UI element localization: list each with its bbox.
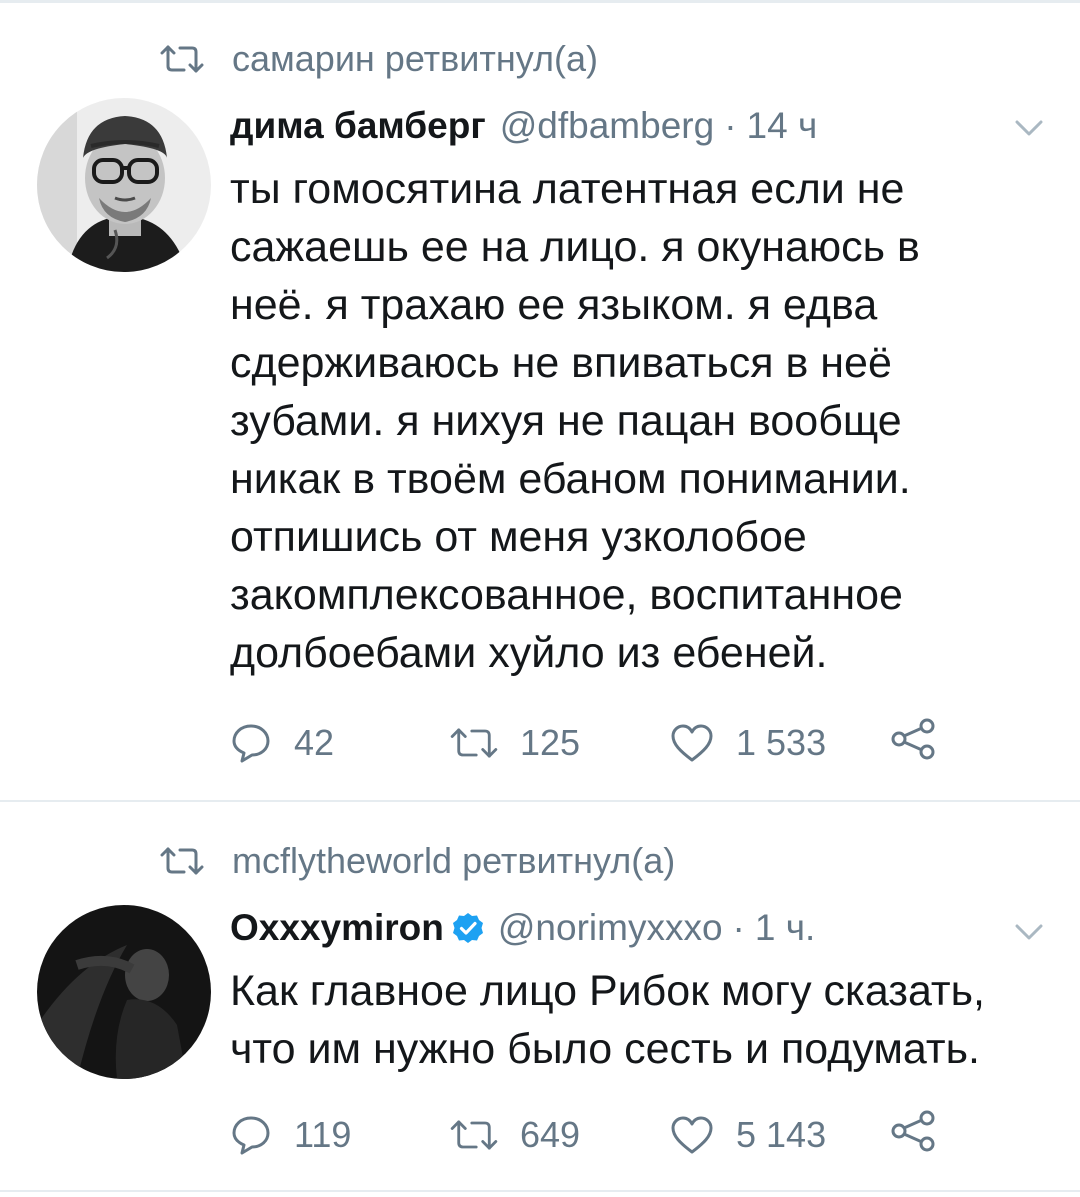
retweeted-by-label: mcflytheworld ретвитнул(а) (232, 840, 676, 881)
tweet-text-line: что им нужно было сесть и подумать. (230, 1025, 980, 1073)
reply-button[interactable]: 119 (230, 1110, 351, 1160)
tweet[interactable]: mcflytheworld ретвитнул(а) Oxxxymiron @n… (0, 802, 1080, 1197)
like-button[interactable]: 1 533 (670, 718, 826, 768)
separator-dot: · (724, 105, 737, 146)
retweet-context: mcflytheworld ретвитнул(а) (160, 840, 675, 882)
tweet-text-line: долбоебами хуйло из ебеней. (230, 629, 828, 677)
tweet-text-line: сажаешь ее на лицо. я окунаюсь в (230, 223, 920, 271)
tweet-text-line: зубами. я нихуя не пацан вообще (230, 397, 902, 445)
tweet-text-line: закомплексованное, воспитанное (230, 571, 903, 619)
tweet-actions: 42 125 1 533 (230, 718, 990, 768)
reply-count: 119 (294, 1114, 352, 1155)
tweet-text: Как главное лицо Рибок могу сказать, что… (230, 962, 1040, 1078)
retweet-count: 125 (520, 722, 581, 763)
retweet-icon (160, 847, 204, 875)
retweet-icon (160, 45, 204, 73)
reply-button[interactable]: 42 (230, 718, 334, 768)
reply-icon (232, 724, 270, 763)
chevron-down-icon[interactable] (1014, 118, 1044, 138)
timestamp[interactable]: 1 ч. (755, 907, 815, 949)
tweet-text: ты гомосятина латентная если не сажаешь … (230, 160, 1040, 682)
share-button[interactable] (890, 718, 958, 760)
share-icon (891, 1110, 935, 1152)
tweet[interactable]: самарин ретвитнул(а) дима бамберг @dfbam… (0, 0, 1080, 800)
retweeted-by-label: самарин ретвитнул(а) (232, 38, 598, 79)
reply-icon (232, 1116, 270, 1155)
avatar[interactable] (37, 98, 211, 272)
retweet-button[interactable]: 649 (450, 1110, 580, 1160)
heart-icon (671, 1116, 713, 1154)
tweet-text-line: Как главное лицо Рибок могу сказать, (230, 967, 985, 1015)
retweet-icon (450, 728, 498, 758)
reply-count: 42 (294, 722, 335, 763)
retweet-count: 649 (520, 1114, 581, 1155)
author-name[interactable]: Oxxxymiron (230, 907, 444, 949)
avatar[interactable] (37, 905, 211, 1079)
retweet-icon (450, 1120, 498, 1150)
tweet-text-line: никак в твоём ебаном понимании. (230, 455, 911, 503)
author-name[interactable]: дима бамберг (230, 105, 486, 147)
tweet-text-line: ты гомосятина латентная если не (230, 165, 905, 213)
chevron-down-icon[interactable] (1014, 922, 1044, 942)
share-icon (891, 718, 935, 760)
like-count: 1 533 (736, 722, 827, 763)
tweet-actions: 119 649 5 143 (230, 1110, 990, 1160)
separator-dot: · (732, 907, 745, 948)
retweet-context: самарин ретвитнул(а) (160, 38, 598, 80)
tweet-header: дима бамберг @dfbamberg · 14 ч (230, 105, 817, 147)
tweet-text-line: сдерживаюсь не впиваться в неё (230, 339, 892, 387)
like-button[interactable]: 5 143 (670, 1110, 826, 1160)
tweet-text-line: отпишись от меня узколобое (230, 513, 807, 561)
timestamp[interactable]: 14 ч (747, 105, 818, 147)
author-handle[interactable]: @norimyxxxo (498, 907, 723, 949)
like-count: 5 143 (736, 1114, 827, 1155)
verified-icon (452, 913, 483, 943)
author-handle[interactable]: @dfbamberg (500, 105, 714, 147)
share-button[interactable] (890, 1110, 958, 1152)
bottom-divider (0, 1190, 1080, 1192)
retweet-button[interactable]: 125 (450, 718, 580, 768)
heart-icon (671, 724, 713, 762)
tweet-header: Oxxxymiron @norimyxxxo · 1 ч. (230, 907, 815, 949)
tweet-text-line: неё. я трахаю ее языком. я едва (230, 281, 878, 329)
